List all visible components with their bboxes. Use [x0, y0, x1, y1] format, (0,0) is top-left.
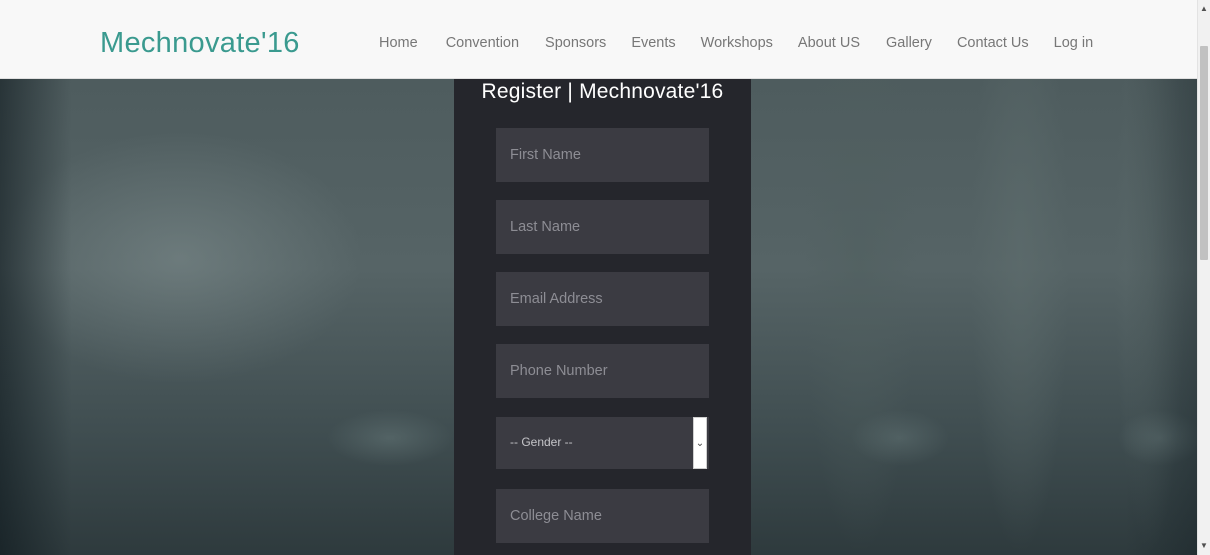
nav-item-workshops[interactable]: Workshops	[701, 35, 773, 51]
page-viewport: Mechnovate'16 Home Convention Sponsors E…	[0, 0, 1197, 555]
nav-item-log-in[interactable]: Log in	[1054, 35, 1094, 51]
nav-item-home[interactable]: Home	[379, 35, 418, 51]
nav-item-about-us[interactable]: About US	[798, 35, 860, 51]
triangle-up-icon[interactable]: ▲	[1198, 2, 1210, 16]
register-form-panel: Register | Mechnovate'16 -- Gender -- ⌄	[454, 78, 751, 555]
triangle-down-icon[interactable]: ▼	[1198, 539, 1210, 553]
nav-item-convention[interactable]: Convention	[446, 35, 519, 51]
register-form-title: Register | Mechnovate'16	[481, 80, 724, 103]
nav-menu: Home Convention Sponsors Events Workshop…	[379, 35, 1093, 51]
email-input[interactable]	[496, 272, 709, 326]
scrollbar-thumb[interactable]	[1200, 46, 1208, 260]
college-name-input[interactable]	[496, 489, 709, 543]
nav-item-gallery[interactable]: Gallery	[886, 35, 932, 51]
brand-logo-link[interactable]: Mechnovate'16	[100, 27, 300, 60]
phone-input[interactable]	[496, 344, 709, 398]
top-navbar: Mechnovate'16 Home Convention Sponsors E…	[0, 0, 1197, 79]
nav-item-contact-us[interactable]: Contact Us	[957, 35, 1029, 51]
nav-item-events[interactable]: Events	[631, 35, 675, 51]
first-name-input[interactable]	[496, 128, 709, 182]
chevron-down-icon[interactable]: ⌄	[693, 417, 707, 469]
last-name-input[interactable]	[496, 200, 709, 254]
page-scrollbar[interactable]: ▲ ▼	[1197, 0, 1210, 555]
gender-select[interactable]: -- Gender -- ⌄	[496, 417, 709, 469]
gender-select-value: -- Gender --	[510, 435, 573, 449]
nav-item-sponsors[interactable]: Sponsors	[545, 35, 606, 51]
